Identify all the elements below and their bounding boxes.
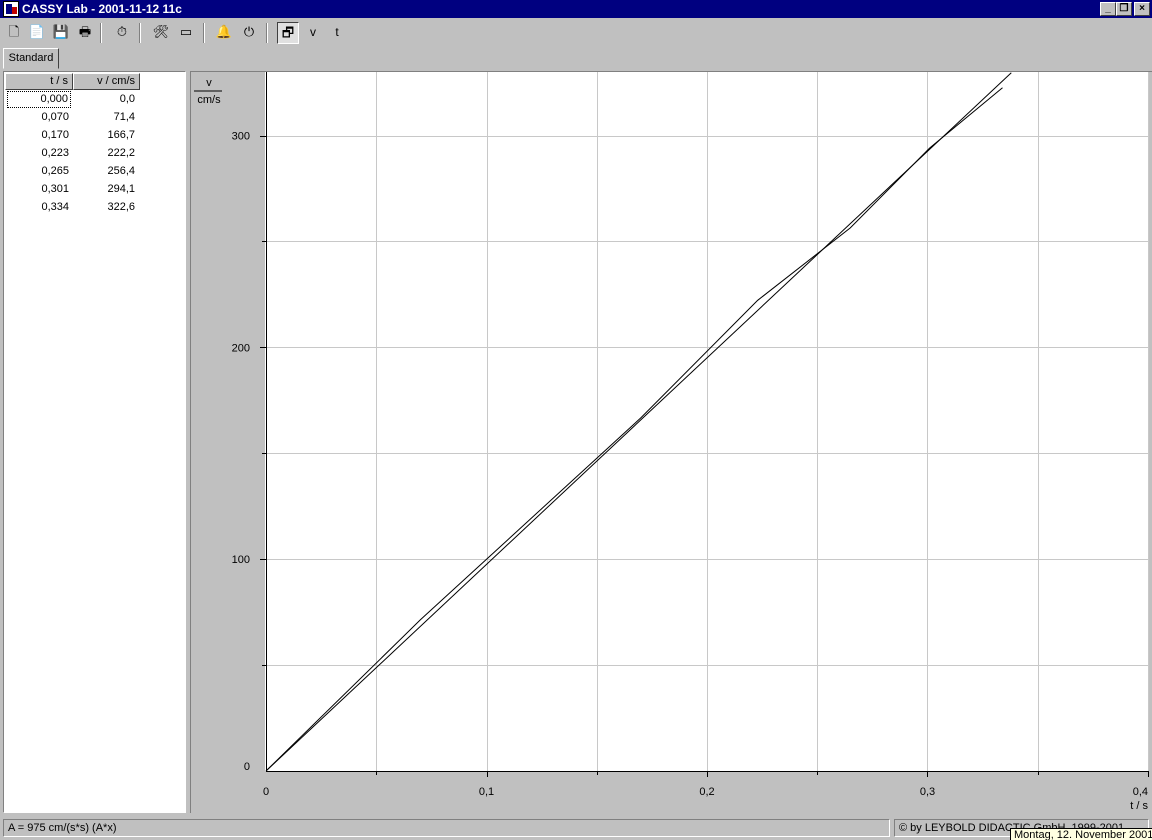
column-header-t[interactable]: t / s bbox=[5, 73, 73, 90]
chart-panel: 0 0,1 0,2 0,3 0,4 0 100 200 300 v cm/s t / s bbox=[190, 71, 1152, 813]
stopwatch-icon[interactable]: ⏱ bbox=[111, 22, 133, 44]
date-tooltip: Montag, 12. November 2001 bbox=[1010, 828, 1152, 840]
table-row[interactable]: 0,301 294,1 bbox=[5, 181, 145, 199]
new-file-icon[interactable]: 🗋 bbox=[3, 22, 25, 44]
toolbar-separator bbox=[100, 23, 102, 43]
x-tick-label: 0,3 bbox=[920, 786, 935, 798]
restore-button[interactable]: ❐ bbox=[1116, 2, 1132, 16]
tab-bar: Standard bbox=[0, 47, 1152, 69]
y-tick-label: 300 bbox=[232, 131, 250, 143]
table-cell[interactable]: 0,070 bbox=[7, 109, 71, 126]
table-cell[interactable]: 0,170 bbox=[7, 127, 71, 144]
settings-tools-icon[interactable]: 🛠 bbox=[150, 22, 172, 44]
toolbar: 🗋 📄 💾 🖶 ⏱ 🛠 ▭ 🔔 ⏻ 🗗 v t bbox=[0, 19, 1152, 47]
toolbar-separator bbox=[139, 23, 141, 43]
table-cell[interactable]: 322,6 bbox=[73, 199, 137, 216]
toolbar-separator bbox=[203, 23, 205, 43]
table-cell[interactable]: 256,4 bbox=[73, 163, 137, 180]
table-cell[interactable]: 294,1 bbox=[73, 181, 137, 198]
x-tick-label: 0,4 bbox=[1133, 786, 1148, 798]
toolbar-separator bbox=[266, 23, 268, 43]
y-tick-label: 100 bbox=[232, 554, 250, 566]
table-cell[interactable]: 0,265 bbox=[7, 163, 71, 180]
table-row[interactable]: 0,070 71,4 bbox=[5, 109, 145, 127]
open-file-icon[interactable]: 📄 bbox=[26, 22, 48, 44]
print-icon[interactable]: 🖶 bbox=[74, 22, 96, 44]
bell-icon[interactable]: 🔔 bbox=[213, 22, 235, 44]
chart[interactable]: 0 0,1 0,2 0,3 0,4 0 100 200 300 v cm/s t / s bbox=[191, 72, 1151, 812]
table-cell[interactable]: 0,223 bbox=[7, 145, 71, 162]
table-cell[interactable]: 166,7 bbox=[73, 127, 137, 144]
table-row[interactable]: 0,000 0,0 bbox=[5, 91, 145, 109]
save-file-icon[interactable]: 💾 bbox=[50, 22, 72, 44]
table-cell[interactable]: 222,2 bbox=[73, 145, 137, 162]
app-icon[interactable] bbox=[3, 1, 19, 17]
table-cell[interactable]: 71,4 bbox=[73, 109, 137, 126]
window-title: CASSY Lab - 2001-11-12 11c bbox=[22, 2, 182, 16]
table-cell[interactable]: 0,334 bbox=[7, 199, 71, 216]
x-tick-label: 0,2 bbox=[699, 786, 714, 798]
close-button[interactable]: × bbox=[1134, 2, 1150, 16]
table-cell[interactable]: 0,000 bbox=[7, 91, 71, 108]
tab-standard[interactable]: Standard bbox=[3, 48, 59, 69]
fit-result: A = 975 cm/(s*s) (A*x) bbox=[3, 819, 890, 837]
t-display-button[interactable]: t bbox=[326, 22, 348, 44]
power-icon[interactable]: ⏻ bbox=[238, 22, 260, 44]
table-row[interactable]: 0,170 166,7 bbox=[5, 127, 145, 145]
table-row[interactable]: 0,265 256,4 bbox=[5, 163, 145, 181]
minimize-button[interactable]: _ bbox=[1100, 2, 1116, 16]
y-tick-label: 200 bbox=[232, 342, 250, 354]
table-cell[interactable]: 0,0 bbox=[73, 91, 137, 108]
title-bar: CASSY Lab - 2001-11-12 11c _ ❐ × bbox=[0, 0, 1152, 18]
x-tick-label: 0 bbox=[263, 786, 269, 798]
y-axis-symbol: v bbox=[206, 77, 212, 89]
column-header-v[interactable]: v / cm/s bbox=[73, 73, 140, 90]
v-display-button[interactable]: v bbox=[302, 22, 324, 44]
table-row[interactable]: 0,334 322,6 bbox=[5, 199, 145, 217]
status-bar: A = 975 cm/(s*s) (A*x) © by LEYBOLD DIDA… bbox=[0, 817, 1152, 840]
x-tick-label: 0,1 bbox=[479, 786, 494, 798]
y-tick-label: 0 bbox=[244, 761, 250, 773]
data-table: t / s v / cm/s 0,000 0,0 0,070 71,4 0,17… bbox=[3, 71, 186, 813]
x-axis-label: t / s bbox=[1130, 800, 1148, 812]
display-window-icon[interactable]: ▭ bbox=[175, 22, 197, 44]
windows-icon[interactable]: 🗗 bbox=[277, 22, 299, 44]
y-axis-unit: cm/s bbox=[197, 94, 221, 106]
table-row[interactable]: 0,223 222,2 bbox=[5, 145, 145, 163]
table-cell[interactable]: 0,301 bbox=[7, 181, 71, 198]
